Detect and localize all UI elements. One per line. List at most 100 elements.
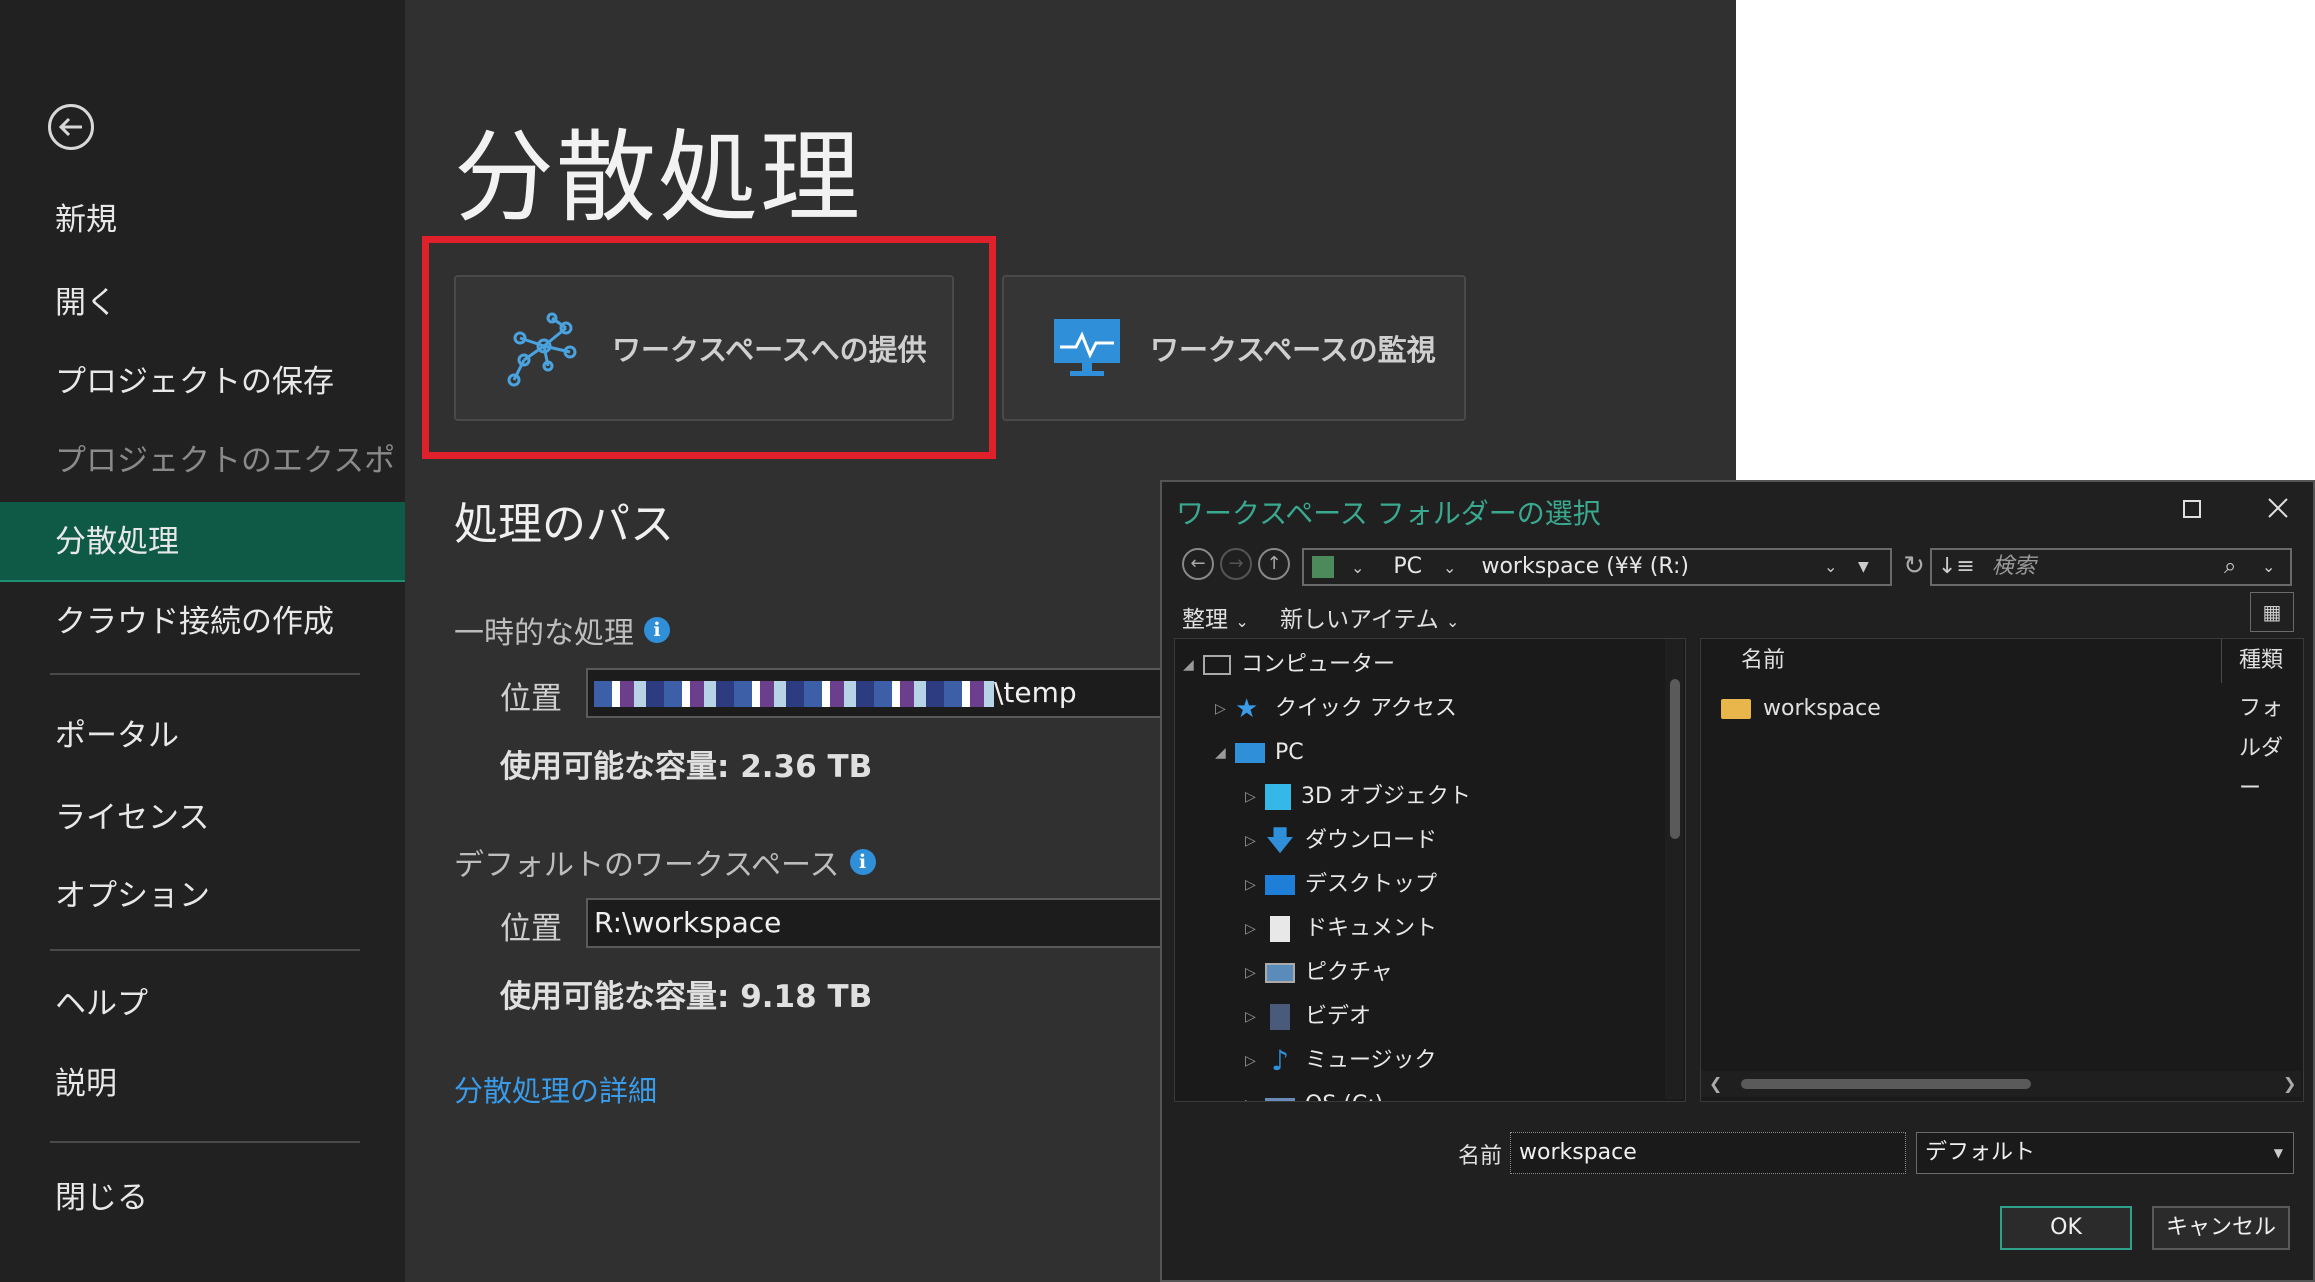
horizontal-scroll-thumb[interactable] bbox=[1741, 1079, 2031, 1089]
file-type-select[interactable]: デフォルト ▼ bbox=[1916, 1132, 2294, 1174]
maximize-button[interactable] bbox=[2172, 490, 2212, 530]
new-item-menu[interactable]: 新しいアイテム ⌄ bbox=[1280, 600, 1459, 634]
tree-item-label: 3D オブジェクト bbox=[1301, 784, 1471, 809]
nav-close[interactable]: 閉じる bbox=[0, 1168, 405, 1228]
expand-arrow-icon[interactable]: ▷ bbox=[1245, 775, 1265, 819]
distributed-details-link[interactable]: 分散処理の詳細 bbox=[454, 1068, 657, 1110]
up-nav-button[interactable]: ↑ bbox=[1258, 548, 1290, 580]
cancel-button[interactable]: キャンセル bbox=[2152, 1206, 2290, 1250]
address-row: ← → ↑ ⌄ PC ⌄ workspace (¥¥ (R:) ⌄ ▼ ↻ ↓≡… bbox=[1162, 548, 2315, 588]
chevron-down-icon: ⌄ bbox=[2262, 557, 2276, 576]
refresh-icon[interactable]: ↻ bbox=[1898, 550, 1930, 582]
tree-item-label: OS (C:) bbox=[1305, 1083, 1383, 1101]
workspace-capacity: 使用可能な容量: 9.18 TB bbox=[500, 979, 873, 1015]
expand-arrow-icon[interactable]: ▷ bbox=[1215, 687, 1235, 731]
file-name: workspace bbox=[1763, 696, 1881, 721]
tree-item-documents[interactable]: ▷ ドキュメント bbox=[1245, 907, 1437, 951]
temp-processing-text: 一時的な処理 bbox=[454, 616, 634, 651]
nav-save-project[interactable]: プロジェクトの保存 bbox=[0, 352, 405, 412]
dropdown-arrow-icon[interactable]: ▼ bbox=[1858, 550, 1869, 584]
column-type[interactable]: 種類 bbox=[2221, 639, 2283, 683]
tree-item-quick-access[interactable]: ▷ ★ クイック アクセス bbox=[1215, 687, 1457, 731]
tree-item-os-drive[interactable]: ▷ OS (C:) bbox=[1245, 1083, 1383, 1101]
column-name[interactable]: 名前 bbox=[1741, 639, 1785, 683]
nav-portal[interactable]: ポータル bbox=[0, 706, 405, 766]
expand-arrow-icon[interactable]: ▷ bbox=[1245, 995, 1265, 1039]
file-row[interactable]: workspace フォルダー bbox=[1721, 689, 2291, 801]
nav-distributed-processing[interactable]: 分散処理 bbox=[0, 502, 405, 582]
tree-item-computer[interactable]: ◢ コンピューター bbox=[1183, 643, 1395, 687]
drive-icon bbox=[1312, 556, 1334, 578]
expand-arrow-icon[interactable]: ▷ bbox=[1245, 863, 1265, 907]
view-toggle-button[interactable]: ▦ bbox=[2250, 592, 2294, 632]
tree-item-label: クイック アクセス bbox=[1275, 696, 1457, 721]
address-pc[interactable]: PC bbox=[1393, 554, 1422, 579]
monitor-icon bbox=[1235, 743, 1265, 763]
nav-divider bbox=[50, 673, 360, 675]
tree-item-label: ビデオ bbox=[1305, 1004, 1372, 1029]
tree-item-desktop[interactable]: ▷ デスクトップ bbox=[1245, 863, 1437, 907]
tree-item-music[interactable]: ▷ ♪ ミュージック bbox=[1245, 1039, 1437, 1083]
sort-icon: ↓≡ bbox=[1938, 554, 1975, 579]
processing-paths-heading: 処理のパス bbox=[454, 499, 674, 550]
back-button[interactable] bbox=[48, 104, 94, 150]
nav-create-cloud-connection[interactable]: クラウド接続の作成 bbox=[0, 592, 405, 652]
folder-tree: ◢ コンピューター ▷ ★ クイック アクセス ◢ PC ▷ 3D オブジェクト… bbox=[1174, 638, 1686, 1102]
temp-location-input[interactable]: \temp bbox=[586, 668, 1166, 718]
tree-scrollbar[interactable] bbox=[1665, 639, 1683, 1099]
back-nav-button[interactable]: ← bbox=[1182, 548, 1214, 580]
expand-arrow-icon[interactable]: ◢ bbox=[1215, 731, 1235, 775]
ok-button[interactable]: OK bbox=[2000, 1206, 2132, 1250]
default-workspace-label: デフォルトのワークスペース i bbox=[454, 840, 876, 884]
expand-arrow-icon[interactable]: ▷ bbox=[1245, 819, 1265, 863]
tree-item-label: ピクチャ bbox=[1305, 960, 1393, 985]
expand-arrow-icon[interactable]: ▷ bbox=[1245, 951, 1265, 995]
organize-menu[interactable]: 整理 ⌄ bbox=[1182, 600, 1249, 634]
expand-arrow-icon[interactable]: ▷ bbox=[1245, 1083, 1265, 1101]
tree-item-pictures[interactable]: ▷ ピクチャ bbox=[1245, 951, 1393, 995]
workspace-location-label: 位置 bbox=[500, 911, 562, 947]
tree-item-downloads[interactable]: ▷ 🡇 ダウンロード bbox=[1245, 819, 1437, 863]
search-icon: ⌕ bbox=[2224, 554, 2237, 579]
horizontal-scrollbar[interactable]: ❮ ❯ bbox=[1701, 1071, 2301, 1097]
nav-help[interactable]: ヘルプ bbox=[0, 974, 405, 1034]
new-item-label: 新しいアイテム bbox=[1280, 607, 1439, 633]
monitor-workspace-tile[interactable]: ワークスペースの監視 bbox=[1002, 275, 1466, 421]
tree-item-pc[interactable]: ◢ PC bbox=[1215, 731, 1304, 775]
arrow-left-icon bbox=[58, 117, 82, 137]
address-drive[interactable]: workspace (¥¥ (R:) bbox=[1481, 554, 1689, 579]
address-bar[interactable]: ⌄ PC ⌄ workspace (¥¥ (R:) ⌄ ▼ bbox=[1302, 548, 1892, 586]
info-icon[interactable]: i bbox=[644, 617, 670, 643]
expand-arrow-icon[interactable]: ▷ bbox=[1245, 907, 1265, 951]
nav-open[interactable]: 開く bbox=[0, 273, 405, 333]
tree-item-3d-objects[interactable]: ▷ 3D オブジェクト bbox=[1245, 775, 1471, 819]
tree-scroll-thumb[interactable] bbox=[1670, 679, 1680, 839]
document-icon bbox=[1270, 916, 1290, 942]
nav-about[interactable]: 説明 bbox=[0, 1054, 405, 1114]
scroll-left-icon[interactable]: ❮ bbox=[1709, 1071, 1722, 1097]
film-icon bbox=[1270, 1004, 1290, 1030]
download-arrow-icon: 🡇 bbox=[1265, 824, 1295, 857]
info-icon[interactable]: i bbox=[849, 849, 876, 875]
scroll-right-icon[interactable]: ❯ bbox=[2283, 1071, 2296, 1097]
search-input[interactable]: ↓≡ 検索 ⌕ ⌄ bbox=[1930, 548, 2292, 586]
close-button[interactable] bbox=[2258, 490, 2298, 530]
forward-nav-button[interactable]: → bbox=[1220, 548, 1252, 580]
file-name-input[interactable]: workspace bbox=[1510, 1132, 1906, 1174]
desktop-icon bbox=[1265, 875, 1295, 895]
tree-item-label: PC bbox=[1275, 740, 1304, 765]
temp-path-suffix: \temp bbox=[994, 676, 1077, 709]
expand-arrow-icon[interactable]: ◢ bbox=[1183, 643, 1203, 687]
temp-processing-label: 一時的な処理 i bbox=[454, 608, 670, 652]
expand-arrow-icon[interactable]: ▷ bbox=[1245, 1039, 1265, 1083]
nav-divider bbox=[50, 949, 360, 951]
workspace-location-input[interactable]: R:\workspace bbox=[586, 898, 1166, 948]
folder-icon bbox=[1721, 699, 1751, 719]
tree-item-label: コンピューター bbox=[1241, 652, 1396, 677]
computer-icon bbox=[1203, 655, 1231, 675]
tree-item-videos[interactable]: ▷ ビデオ bbox=[1245, 995, 1371, 1039]
nav-options[interactable]: オプション bbox=[0, 866, 405, 926]
tree-item-label: ドキュメント bbox=[1305, 916, 1438, 941]
nav-new[interactable]: 新規 bbox=[0, 190, 405, 250]
nav-license[interactable]: ライセンス bbox=[0, 788, 405, 848]
